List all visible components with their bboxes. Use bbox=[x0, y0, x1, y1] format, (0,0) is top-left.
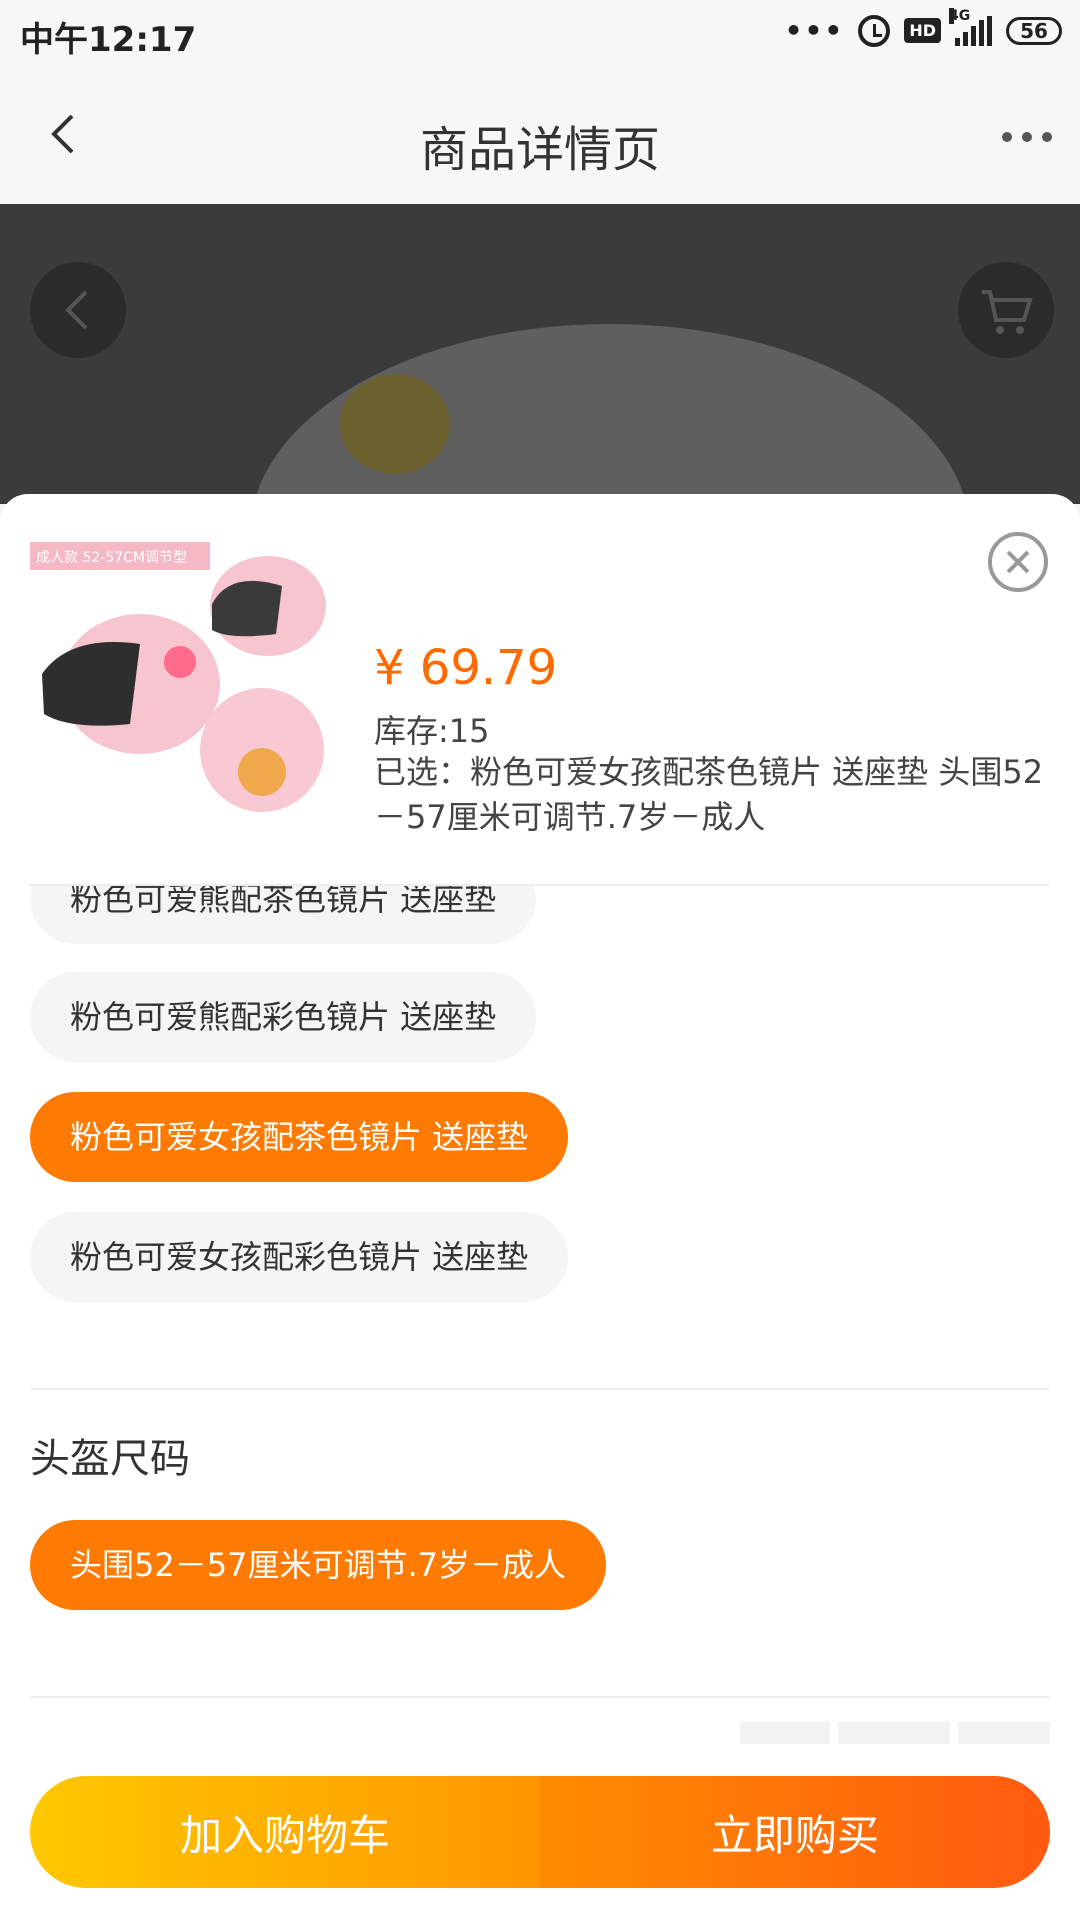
product-thumbnail: 成人款 52-57CM调节型 bbox=[30, 542, 326, 812]
battery-icon: 56 bbox=[1006, 16, 1062, 45]
action-bar: 加入购物车 立即购买 bbox=[30, 1776, 1050, 1888]
more-options-icon[interactable] bbox=[1002, 132, 1052, 142]
add-to-cart-button[interactable]: 加入购物车 bbox=[30, 1776, 540, 1888]
color-option-chip[interactable]: 粉色可爱熊配彩色镜片 送座垫 bbox=[30, 972, 537, 1062]
page-title: 商品详情页 bbox=[419, 122, 660, 178]
size-section-title: 头盔尺码 bbox=[30, 1436, 190, 1482]
signal-icon: 4G bbox=[949, 7, 992, 46]
network-type-label: 4G bbox=[949, 7, 971, 24]
divider bbox=[30, 1696, 1050, 1698]
thumbnail-badge: 成人款 52-57CM调节型 bbox=[36, 550, 187, 566]
close-button[interactable] bbox=[988, 532, 1048, 592]
status-time: 中午12:17 bbox=[20, 20, 197, 60]
product-detail-background bbox=[0, 204, 1080, 504]
option-list: 粉色可爱熊配茶色镜片 送座垫 粉色可爱熊配彩色镜片 送座垫 粉色可爱女孩配茶色镜… bbox=[0, 886, 1080, 1836]
chevron-left-icon bbox=[65, 290, 88, 330]
loading-placeholder bbox=[838, 1722, 950, 1744]
hd-icon: HD bbox=[904, 18, 941, 43]
stock-count: 库存:15 bbox=[374, 712, 490, 750]
gallery-cart-button[interactable] bbox=[958, 262, 1054, 358]
loading-placeholder bbox=[740, 1722, 830, 1744]
size-option-chip-selected[interactable]: 头围52－57厘米可调节.7岁－成人 bbox=[30, 1520, 606, 1610]
loading-placeholder bbox=[958, 1722, 1050, 1744]
battery-level: 56 bbox=[1020, 18, 1048, 43]
status-bar: 中午12:17 ••• HD 4G 56 bbox=[0, 0, 1080, 74]
selected-spec: 已选：粉色可爱女孩配茶色镜片 送座垫 头围52－57厘米可调节.7岁－成人 bbox=[374, 753, 1044, 836]
color-option-chip[interactable]: 粉色可爱女孩配彩色镜片 送座垫 bbox=[30, 1212, 569, 1302]
color-option-chip[interactable]: 粉色可爱熊配茶色镜片 送座垫 bbox=[30, 886, 537, 944]
divider bbox=[30, 1388, 1050, 1390]
product-logo-image bbox=[340, 374, 450, 474]
notification-dots-icon: ••• bbox=[784, 14, 845, 47]
cart-icon bbox=[982, 290, 1033, 334]
color-option-chip-selected[interactable]: 粉色可爱女孩配茶色镜片 送座垫 bbox=[30, 1092, 569, 1182]
gallery-back-button[interactable] bbox=[30, 262, 126, 358]
buy-now-button[interactable]: 立即购买 bbox=[540, 1776, 1050, 1888]
sku-selection-sheet: 成人款 52-57CM调节型 ¥ 69.79 库存:15 已选：粉色可爱女孩配茶… bbox=[0, 494, 1080, 1920]
price: ¥ 69.79 bbox=[374, 640, 558, 696]
alarm-icon bbox=[858, 14, 891, 47]
nav-bar: 商品详情页 bbox=[0, 74, 1080, 204]
status-icons: ••• HD 4G 56 bbox=[784, 7, 1062, 47]
